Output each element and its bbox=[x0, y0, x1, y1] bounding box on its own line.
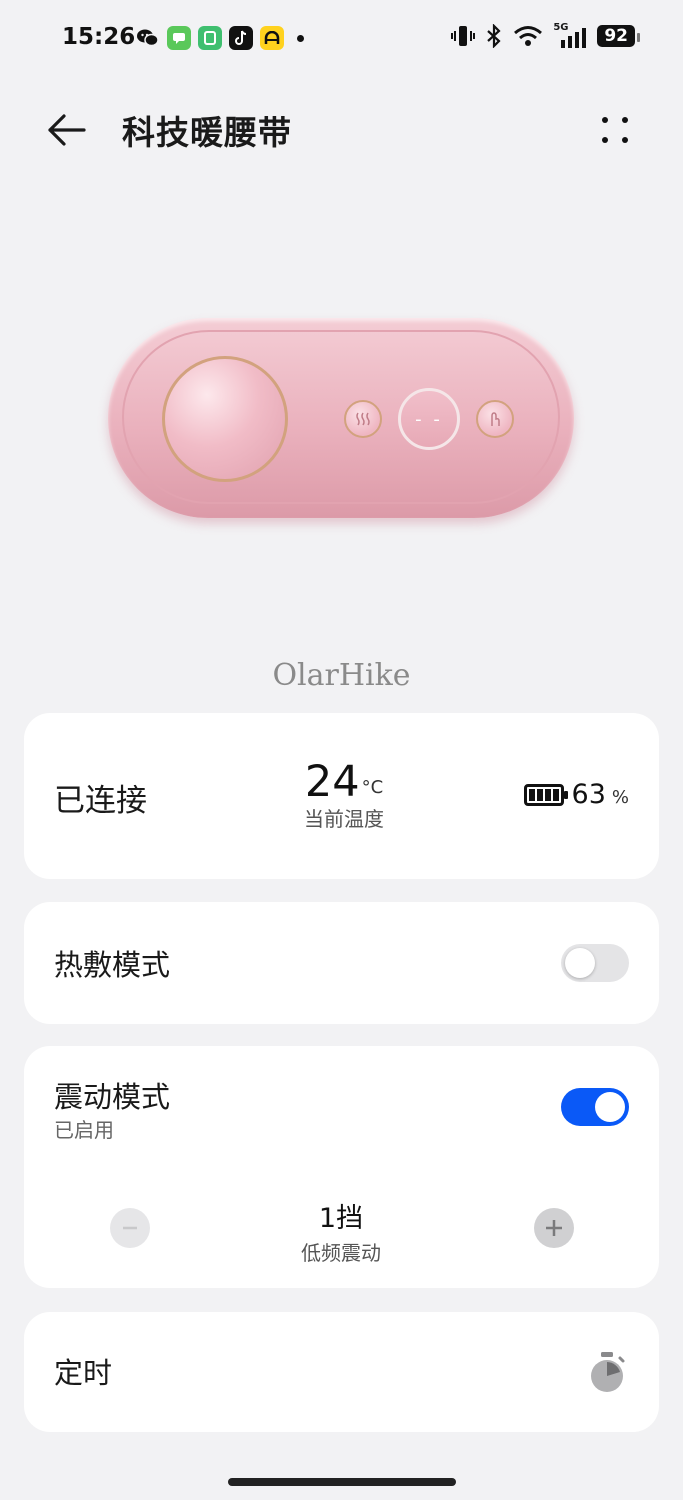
back-button[interactable] bbox=[44, 108, 92, 152]
minus-icon bbox=[123, 1226, 137, 1230]
battery-icon bbox=[523, 783, 568, 806]
heat-mode-card: 热敷模式 bbox=[24, 902, 659, 1024]
device-display-button: - - bbox=[398, 388, 460, 450]
status-time: 15:26 bbox=[62, 24, 136, 50]
vibration-level: 1挡 低频震动 bbox=[241, 1196, 441, 1266]
vibration-level-caption: 低频震动 bbox=[301, 1241, 381, 1265]
status-battery: 92 bbox=[597, 25, 640, 47]
connection-status: 已连接 bbox=[54, 783, 147, 819]
stopwatch-icon bbox=[587, 1350, 627, 1394]
notification-icons bbox=[136, 26, 304, 50]
device-main-button bbox=[162, 356, 288, 482]
more-notifications-dot bbox=[297, 34, 304, 42]
status-bar: 15:26 5G 92 bbox=[0, 0, 683, 78]
battery-value: 63 bbox=[571, 779, 606, 810]
home-indicator[interactable] bbox=[228, 1478, 456, 1486]
wechat-icon bbox=[136, 26, 160, 50]
dot-icon bbox=[622, 117, 628, 123]
decrease-level-button[interactable] bbox=[110, 1208, 150, 1248]
more-options-button[interactable] bbox=[595, 110, 635, 150]
arrow-left-icon bbox=[48, 114, 86, 146]
vibration-mode-status: 已启用 bbox=[54, 1118, 114, 1142]
device-status-card: 已连接 24 °C 当前温度 63 % bbox=[24, 713, 659, 879]
page-title: 科技暖腰带 bbox=[122, 113, 292, 152]
app-yellow-icon bbox=[260, 26, 284, 50]
wifi-icon bbox=[514, 26, 543, 46]
cell-signal-icon: 5G bbox=[553, 22, 587, 48]
device-brand: OlarHike bbox=[272, 658, 411, 693]
dot-icon bbox=[622, 137, 628, 143]
heat-mode-toggle[interactable] bbox=[561, 944, 629, 982]
device-vibration-button bbox=[476, 400, 514, 438]
temperature-value: 24 bbox=[304, 757, 360, 807]
vibration-mode-card: 震动模式 已启用 1挡 低频震动 bbox=[24, 1046, 659, 1288]
temperature-caption: 当前温度 bbox=[304, 807, 384, 831]
toggle-knob bbox=[565, 948, 595, 978]
app-icon bbox=[198, 26, 222, 50]
temperature-unit: °C bbox=[361, 777, 384, 798]
increase-level-button[interactable] bbox=[534, 1208, 574, 1248]
vibration-mode-toggle[interactable] bbox=[561, 1088, 629, 1126]
vibration-mode-title: 震动模式 bbox=[54, 1080, 171, 1114]
app-header: 科技暖腰带 bbox=[0, 100, 683, 160]
vibration-level-value: 1挡 bbox=[318, 1203, 364, 1234]
tiktok-icon bbox=[229, 26, 253, 50]
temperature-block: 24 °C 当前温度 bbox=[254, 757, 434, 832]
hand-icon bbox=[491, 412, 500, 426]
system-icons: 5G 92 bbox=[451, 22, 640, 48]
heat-wave-icon bbox=[356, 412, 370, 426]
bluetooth-icon bbox=[487, 24, 501, 48]
device-heat-button bbox=[344, 400, 382, 438]
device-image: - - bbox=[108, 318, 574, 522]
messages-icon bbox=[167, 26, 191, 50]
timer-card[interactable]: 定时 bbox=[24, 1312, 659, 1432]
battery-unit: % bbox=[611, 787, 629, 808]
heat-mode-title: 热敷模式 bbox=[54, 948, 171, 982]
vibrate-icon bbox=[451, 26, 476, 46]
battery-block: 63 % bbox=[523, 779, 629, 810]
dot-icon bbox=[602, 137, 608, 143]
timer-title: 定时 bbox=[54, 1356, 113, 1390]
dot-icon bbox=[602, 117, 608, 123]
toggle-knob bbox=[595, 1092, 625, 1122]
plus-icon bbox=[546, 1220, 562, 1236]
device-body: - - bbox=[108, 318, 574, 518]
